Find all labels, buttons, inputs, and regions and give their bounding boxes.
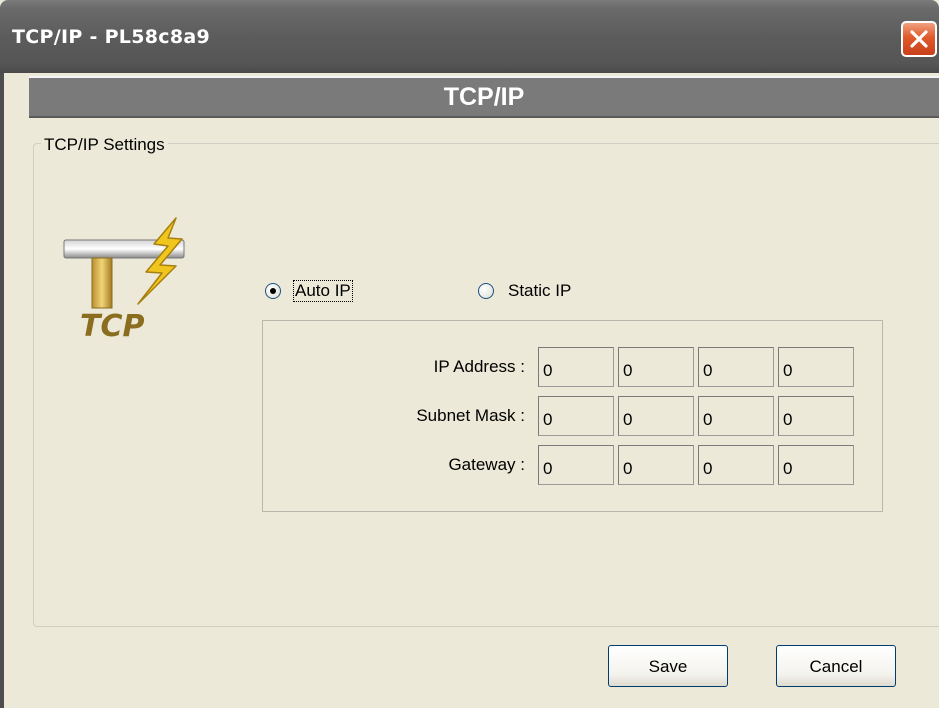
ip-address-octet-3[interactable] <box>698 347 774 387</box>
static-ip-label[interactable]: Static IP <box>508 281 571 301</box>
window-left-border <box>0 73 4 708</box>
gateway-label: Gateway : <box>448 455 525 474</box>
gateway-octet-4[interactable] <box>778 445 854 485</box>
static-ip-radio[interactable] <box>478 283 494 299</box>
subnet-mask-octet-4[interactable] <box>778 396 854 436</box>
page-title: TCP/IP <box>443 83 525 111</box>
subnet-mask-octet-3[interactable] <box>698 396 774 436</box>
ip-address-octet-2[interactable] <box>618 347 694 387</box>
dialog-window: TCP/IP - PL58c8a9 TCP/IP TCP/IP Settings <box>0 0 939 708</box>
close-icon <box>910 30 928 48</box>
window-title: TCP/IP - PL58c8a9 <box>12 26 210 48</box>
auto-ip-label[interactable]: Auto IP <box>293 280 353 302</box>
subnet-mask-octet-2[interactable] <box>618 396 694 436</box>
close-button[interactable] <box>901 21 937 57</box>
cancel-button[interactable]: Cancel <box>776 645 896 687</box>
ip-address-label: IP Address : <box>433 357 525 376</box>
gateway-octet-1[interactable] <box>538 445 614 485</box>
header-band: TCP/IP <box>29 76 939 118</box>
subnet-mask-label: Subnet Mask : <box>416 406 525 425</box>
gateway-octet-2[interactable] <box>618 445 694 485</box>
title-bar[interactable]: TCP/IP - PL58c8a9 <box>0 0 939 73</box>
ip-address-octet-4[interactable] <box>778 347 854 387</box>
auto-ip-radio[interactable] <box>265 283 281 299</box>
subnet-mask-octet-1[interactable] <box>538 396 614 436</box>
tcp-logo-icon: TCP <box>63 217 185 342</box>
gateway-octet-3[interactable] <box>698 445 774 485</box>
group-legend: TCP/IP Settings <box>41 135 168 155</box>
ip-address-octet-1[interactable] <box>538 347 614 387</box>
save-button[interactable]: Save <box>608 645 728 687</box>
logo-text: TCP <box>80 309 144 342</box>
